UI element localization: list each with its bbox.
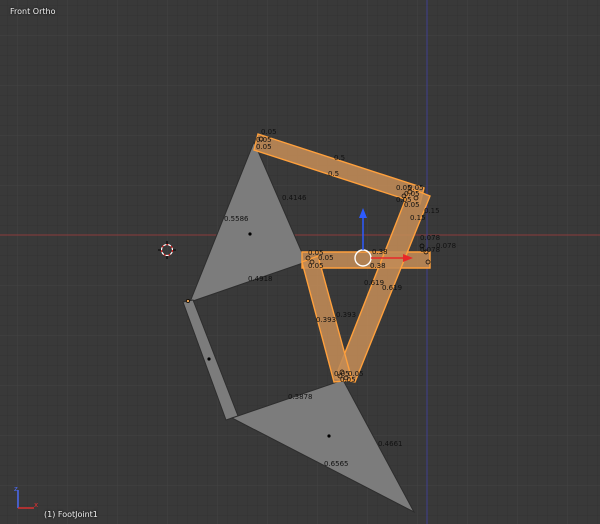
viewport-canvas[interactable]: 0.05 0.05 0.05 0.5 0.5 0.05 0.05 0.05 0.… [0, 0, 600, 524]
label: 0.078 [420, 246, 440, 254]
label: 0.05 [256, 143, 272, 151]
label: 0.05 [261, 128, 277, 136]
label: 0.4918 [248, 275, 273, 283]
label: 0.05 [308, 262, 324, 270]
foot-triangle-origin [327, 434, 331, 438]
label: 0.38 [370, 262, 386, 270]
svg-text:x: x [34, 501, 38, 509]
label: 0.05 [404, 201, 420, 209]
leg-bar-origin [207, 357, 211, 361]
upper-triangle-origin [248, 232, 252, 236]
label: 0.15 [424, 207, 440, 215]
label: 0.05 [318, 254, 334, 262]
svg-text:z: z [14, 485, 18, 493]
label: 0.5 [334, 154, 345, 162]
label: 0.619 [382, 284, 402, 292]
3d-viewport[interactable]: 0.05 0.05 0.05 0.5 0.5 0.05 0.05 0.05 0.… [0, 0, 600, 524]
label: 0.38 [372, 248, 388, 256]
active-object-label: (1) FootJoint1 [44, 510, 98, 519]
label: 0.078 [420, 234, 440, 242]
label: 0.05 [340, 376, 356, 384]
label: 0.393 [316, 316, 336, 324]
label: 0.5 [328, 170, 339, 178]
label: 0.6565 [324, 460, 349, 468]
label: 0.4661 [378, 440, 403, 448]
label: 0.15 [410, 214, 426, 222]
label: 0.3878 [288, 393, 313, 401]
label: 0.4146 [282, 194, 307, 202]
view-label: Front Ortho [10, 7, 56, 16]
label: 0.393 [336, 311, 356, 319]
label: 0.5586 [224, 215, 249, 223]
